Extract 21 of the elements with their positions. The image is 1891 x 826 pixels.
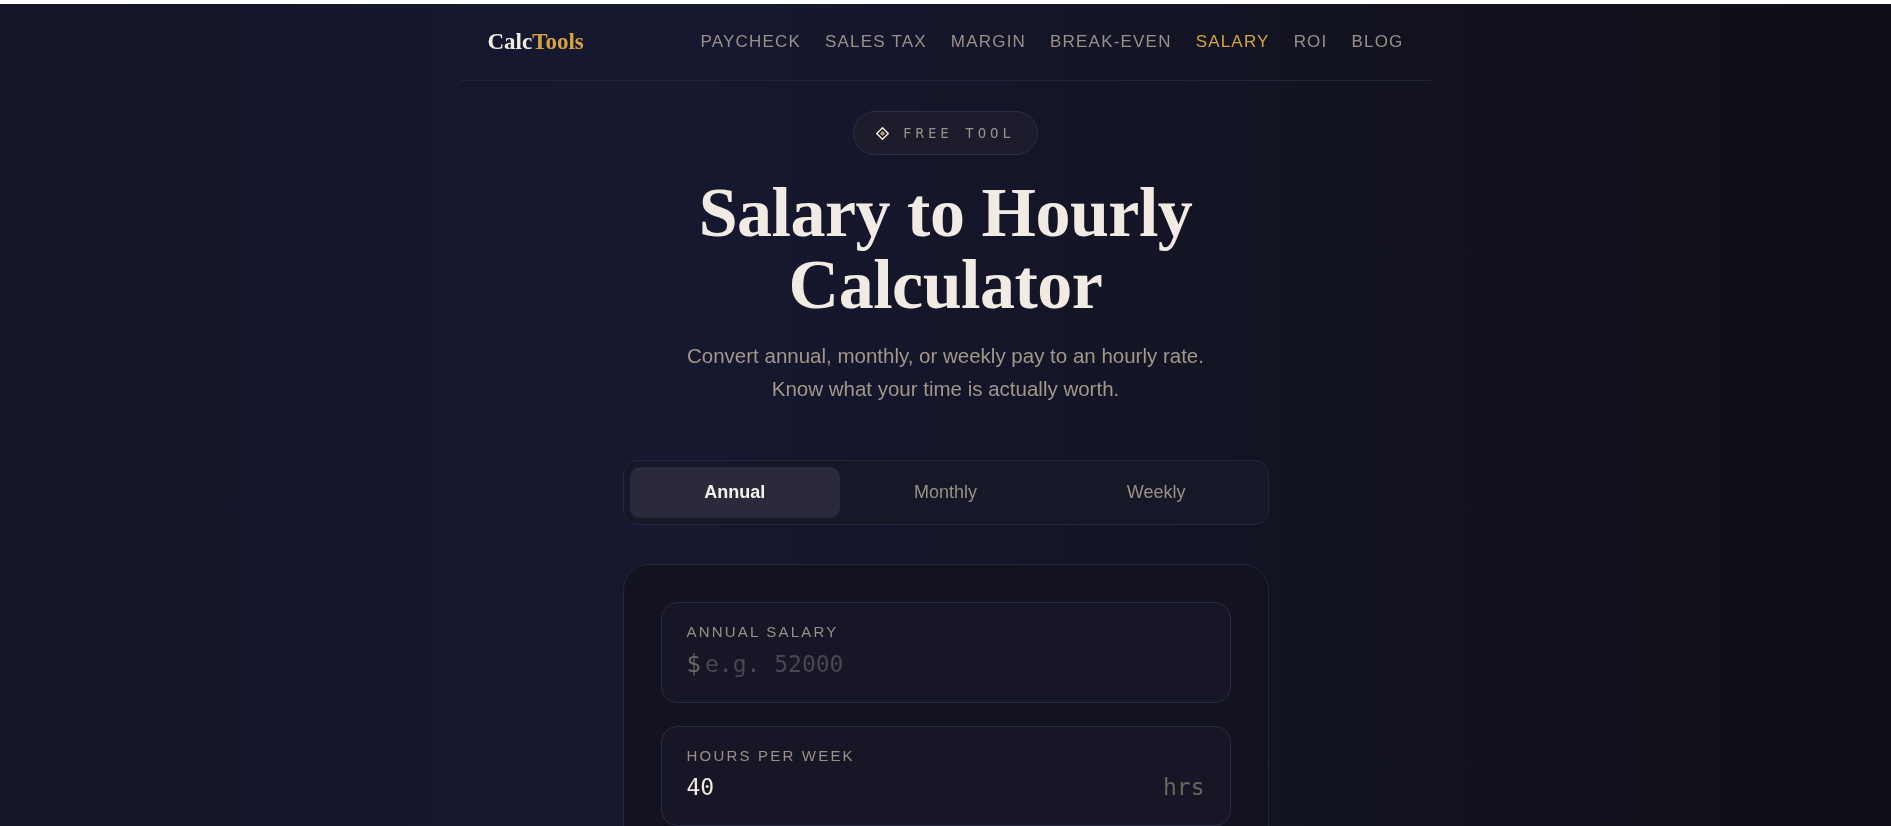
field-label: ANNUAL SALARY [686, 623, 840, 640]
period-tab[interactable]: Weekly [1050, 467, 1262, 518]
subtitle-line: Know what your time is actually worth. [770, 376, 1121, 402]
text-input[interactable]: 40 [686, 773, 1159, 800]
nav-link[interactable]: SALES TAX [825, 32, 927, 52]
unit-suffix: hrs [1162, 773, 1205, 800]
nav-link[interactable]: ROI [1293, 32, 1328, 52]
nav-link[interactable]: MARGIN [950, 32, 1027, 52]
field-label: HOURS PER WEEK [686, 746, 856, 764]
subtitle-line: Convert annual, monthly, or weekly pay to an hourly rate. [687, 343, 1204, 369]
currency-prefix: $ [686, 650, 701, 678]
period-tab[interactable]: Annual [629, 467, 841, 518]
page-title: Salary to Hourly Calculator [697, 177, 1194, 321]
period-tab[interactable]: Monthly [840, 467, 1051, 518]
nav-link[interactable]: BREAK-EVEN [1050, 32, 1172, 52]
logo[interactable]: CalcTools [487, 29, 584, 55]
nav-link[interactable]: SALARY [1195, 32, 1270, 52]
nav-link[interactable]: BLOG [1351, 32, 1404, 52]
badge-label: FREE TOOL [903, 125, 1015, 141]
diamond-icon [876, 126, 890, 140]
nav-link[interactable]: PAYCHECK [700, 32, 801, 52]
